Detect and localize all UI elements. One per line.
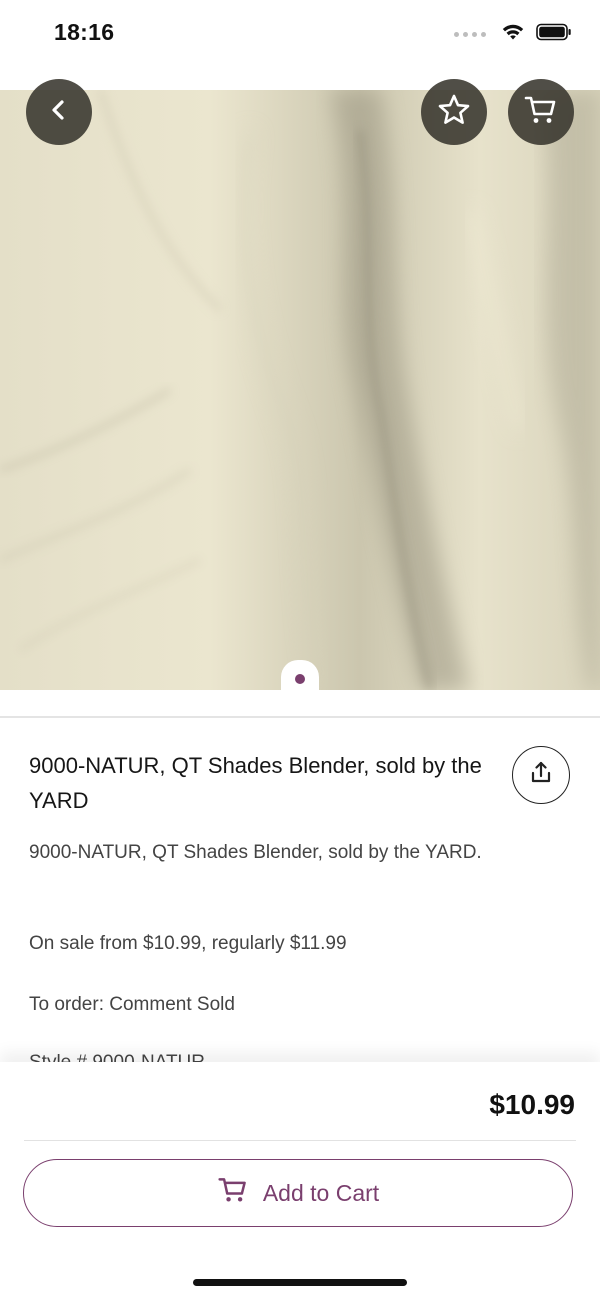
star-icon (436, 92, 472, 133)
home-indicator (193, 1279, 407, 1286)
image-pager (281, 660, 319, 694)
status-indicators (454, 22, 572, 47)
share-icon (528, 760, 554, 791)
description-line: 9000-NATUR, QT Shades Blender, sold by t… (29, 842, 482, 863)
sale-price-text: On sale from $10.99, regularly $11.99 (29, 933, 347, 954)
add-to-cart-button[interactable]: Add to Cart (23, 1159, 573, 1227)
fabric-image (0, 90, 600, 690)
cart-icon (217, 1174, 249, 1212)
product-title: 9000-NATUR, QT Shades Blender, sold by t… (29, 753, 482, 813)
battery-icon (536, 23, 572, 46)
pager-dot-active[interactable] (295, 674, 305, 684)
divider (0, 716, 600, 718)
favorite-button[interactable] (421, 79, 487, 145)
divider (24, 1140, 576, 1141)
status-time: 18:16 (54, 19, 115, 45)
price: $10.99 (489, 1089, 575, 1120)
chevron-left-icon (46, 97, 72, 128)
product-image[interactable] (0, 90, 600, 690)
share-button[interactable] (512, 746, 570, 804)
order-instructions: To order: Comment Sold (29, 994, 235, 1015)
status-bar: 18:16 (0, 0, 600, 68)
wifi-icon (500, 22, 526, 47)
cellular-signal-icon (454, 32, 486, 37)
purchase-bar: $10.99 Add to Cart (0, 1062, 600, 1299)
cart-button[interactable] (508, 79, 574, 145)
cart-icon (523, 92, 559, 133)
back-button[interactable] (26, 79, 92, 145)
add-to-cart-label: Add to Cart (262, 1179, 380, 1206)
